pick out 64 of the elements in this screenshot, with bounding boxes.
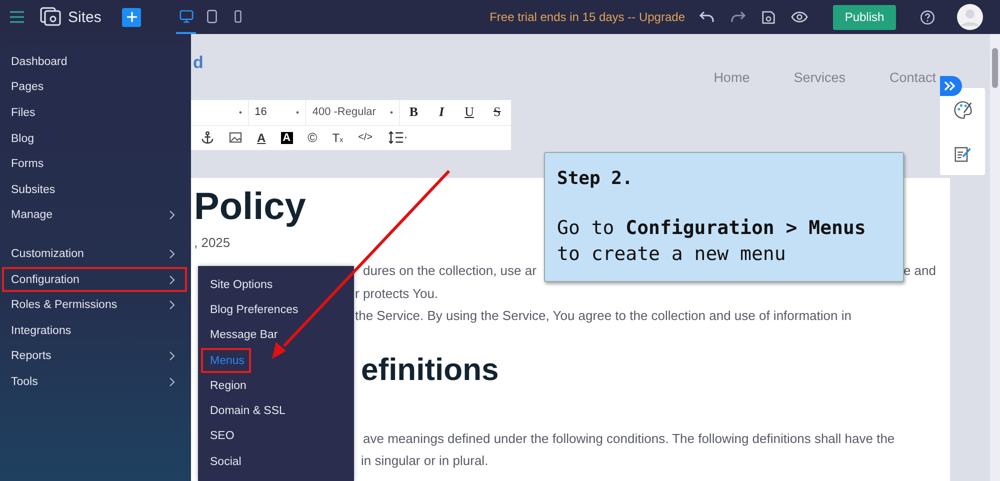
page-heading: Policy: [194, 185, 306, 229]
sidebar-item[interactable]: Integrations: [0, 318, 189, 344]
font-weight-value[interactable]: 400 -Regular: [312, 106, 376, 118]
save-icon[interactable]: [761, 10, 776, 24]
page-date: , 2025: [194, 235, 232, 250]
image-icon[interactable]: [229, 132, 242, 144]
strike-button[interactable]: S: [483, 104, 512, 120]
expand-panel-button[interactable]: [940, 76, 962, 96]
submenu-item[interactable]: Message Bar: [198, 322, 284, 348]
sidebar-item[interactable]: Tools: [0, 369, 189, 395]
sidebar-item[interactable]: Subsites: [0, 176, 189, 203]
submenu-item[interactable]: Region: [198, 373, 252, 398]
paragraph-text: the Service. By using the Service, You agree to the collection and use of information in: [355, 307, 852, 325]
line-height-icon[interactable]: [388, 131, 407, 144]
site-logo-fragment: d: [193, 53, 204, 73]
add-button[interactable]: [122, 8, 142, 26]
paragraph-text: dures on the collection, use ar: [363, 262, 536, 280]
sidebar-item[interactable]: Configuration: [2, 266, 187, 292]
special-character-button[interactable]: ©: [308, 130, 318, 146]
avatar[interactable]: [957, 4, 983, 30]
sidebar-item[interactable]: Blog: [0, 126, 189, 152]
trial-notice-link[interactable]: Free trial ends in 15 days -- Upgrade: [490, 10, 685, 24]
sidebar-item[interactable]: Forms: [0, 151, 189, 177]
paragraph-text: in singular or in plural.: [361, 452, 488, 470]
paragraph-text: e and: [903, 262, 936, 280]
underline-button[interactable]: U: [455, 104, 484, 120]
submenu-item[interactable]: SEO: [198, 424, 240, 450]
preview-eye-icon[interactable]: [791, 11, 808, 23]
sidebar-item[interactable]: Manage: [0, 202, 189, 228]
menu-icon[interactable]: [9, 10, 25, 24]
italic-button[interactable]: I: [428, 104, 456, 120]
submenu-item[interactable]: Menus: [201, 348, 251, 374]
scrollbar[interactable]: [990, 34, 1000, 481]
submenu-item[interactable]: Domain & SSL: [198, 398, 292, 424]
desktop-icon[interactable]: [178, 8, 194, 24]
callout-text: Go to Configuration > Menus to create a new menu: [557, 216, 867, 267]
sidebar-item[interactable]: Files: [0, 100, 189, 126]
sidebar-item[interactable]: Customization: [0, 241, 189, 267]
paragraph-text: r protects You.: [355, 284, 438, 303]
sidebar-item[interactable]: Reports: [0, 344, 189, 370]
edit-note-icon[interactable]: [954, 144, 972, 163]
bold-button[interactable]: B: [400, 104, 428, 120]
highlight-color-button[interactable]: A: [280, 132, 293, 144]
help-icon[interactable]: [920, 10, 935, 24]
undo-icon[interactable]: [699, 10, 715, 24]
app-name: Sites: [68, 8, 102, 26]
submenu-item[interactable]: Site Options: [198, 272, 279, 298]
tablet-icon[interactable]: [206, 8, 218, 24]
palette-icon[interactable]: [952, 100, 972, 120]
sidebar-item[interactable]: Roles & Permissions: [0, 292, 189, 318]
code-button[interactable]: </>: [358, 132, 373, 144]
submenu-item[interactable]: Social: [198, 449, 248, 474]
sidebar-item[interactable]: Pages: [0, 74, 189, 100]
callout-title: Step 2.: [557, 168, 634, 189]
submenu-item[interactable]: Blog Preferences: [198, 297, 304, 323]
section-heading: efinitions: [361, 352, 499, 388]
paragraph-text: ave meanings defined under the following conditions. The following definitions shall have the: [363, 430, 895, 448]
phone-icon[interactable]: [234, 8, 242, 24]
sites-logo-icon: [40, 7, 62, 27]
text-color-button[interactable]: A: [257, 130, 266, 145]
redo-icon[interactable]: [730, 10, 746, 24]
font-size-value[interactable]: 16: [254, 106, 267, 118]
anchor-icon[interactable]: [201, 131, 214, 144]
sidebar-item[interactable]: Dashboard: [0, 49, 189, 75]
